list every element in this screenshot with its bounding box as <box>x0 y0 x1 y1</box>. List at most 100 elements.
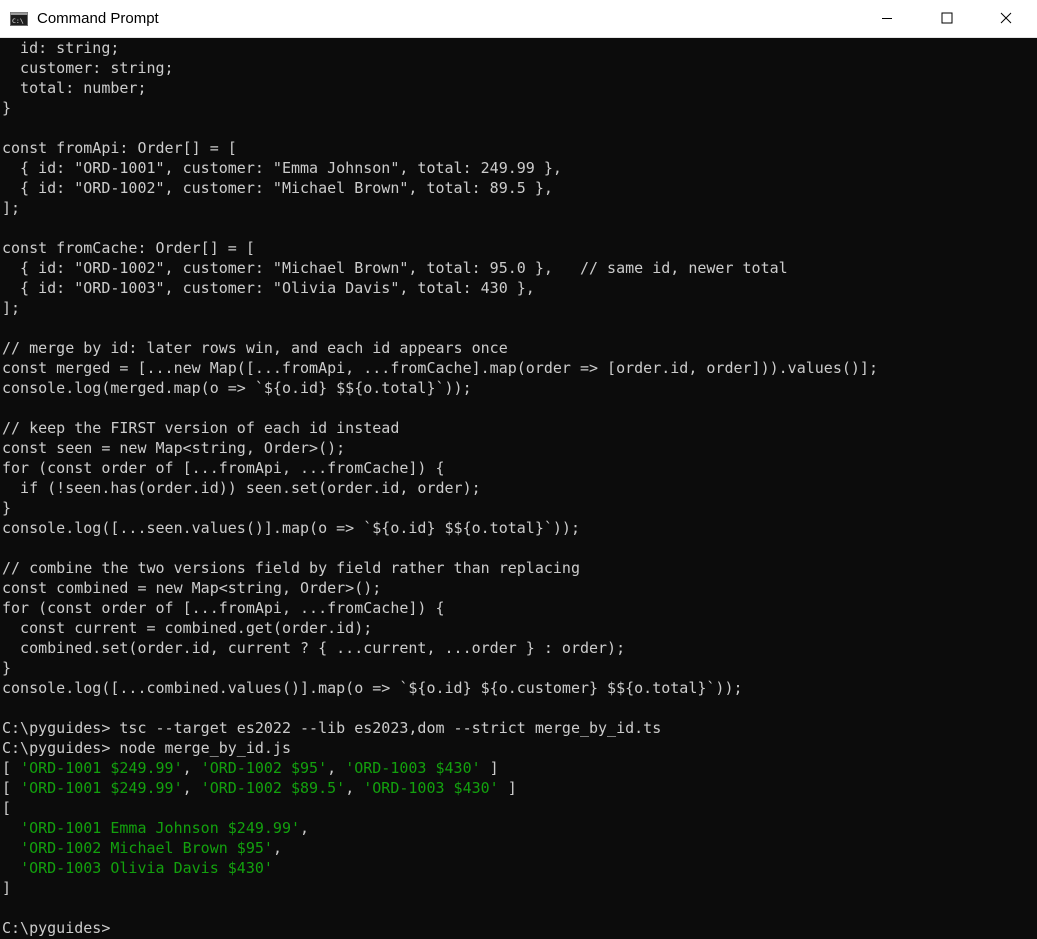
title-bar[interactable]: C:\ Command Prompt <box>0 0 1037 38</box>
console-line: [ 'ORD-1001 $249.99', 'ORD-1002 $95', 'O… <box>2 758 499 778</box>
console-line: { id: "ORD-1002", customer: "Michael Bro… <box>2 178 553 198</box>
console-line: { id: "ORD-1001", customer: "Emma Johnso… <box>2 158 562 178</box>
maximize-button[interactable] <box>918 0 976 38</box>
console-line: customer: string; <box>2 58 174 78</box>
console-text: const fromCache: Order[] = [ <box>2 239 255 257</box>
console-text: ]; <box>2 199 21 217</box>
console-line: { id: "ORD-1003", customer: "Olivia Davi… <box>2 278 535 298</box>
console-text: { id: "ORD-1001", customer: "Emma Johnso… <box>2 159 562 177</box>
console-line: combined.set(order.id, current ? { ...cu… <box>2 638 625 658</box>
console-line: console.log([...seen.values()].map(o => … <box>2 518 580 538</box>
console-line: ]; <box>2 198 20 218</box>
console-text: id: string; <box>2 39 120 57</box>
console-text: ]; <box>2 299 21 317</box>
console-line: console.log([...combined.values()].map(o… <box>2 678 743 698</box>
console-text: ] <box>2 879 12 897</box>
console-text: , <box>182 759 201 777</box>
console-line: const combined = new Map<string, Order>(… <box>2 578 381 598</box>
console-text: , <box>345 779 364 797</box>
console-line: ] <box>2 878 11 898</box>
console-text: C:\pyguides> tsc --target es2022 --lib e… <box>2 719 662 737</box>
console-line: // merge by id: later rows win, and each… <box>2 338 508 358</box>
console-text: // combine the two versions field by fie… <box>2 559 580 577</box>
command-prompt-icon: C:\ <box>10 12 28 26</box>
console-text: ] <box>498 779 517 797</box>
console-text: const combined = new Map<string, Order>(… <box>2 579 382 597</box>
console-output[interactable]: id: string; customer: string; total: num… <box>0 38 1037 939</box>
console-line: } <box>2 658 11 678</box>
console-line: } <box>2 498 11 518</box>
console-text: { id: "ORD-1003", customer: "Olivia Davi… <box>2 279 535 297</box>
console-line: const fromCache: Order[] = [ <box>2 238 255 258</box>
window-title: Command Prompt <box>37 10 159 27</box>
console-text: // merge by id: later rows win, and each… <box>2 339 508 357</box>
console-text: C:\pyguides> <box>2 919 111 937</box>
minimize-icon <box>881 11 893 28</box>
console-text: console.log([...combined.values()].map(o… <box>2 679 743 697</box>
console-text: total: number; <box>2 79 147 97</box>
console-text: } <box>2 99 12 117</box>
console-text: for (const order of [...fromApi, ...from… <box>2 459 445 477</box>
console-text: [ <box>2 779 21 797</box>
output-string: 'ORD-1001 Emma Johnson $249.99' <box>20 819 301 837</box>
output-string: 'ORD-1002 $89.5' <box>200 779 346 797</box>
console-line: C:\pyguides> tsc --target es2022 --lib e… <box>2 718 661 738</box>
console-line: [ <box>2 798 11 818</box>
console-line: total: number; <box>2 78 147 98</box>
console-text: combined.set(order.id, current ? { ...cu… <box>2 639 626 657</box>
console-text: for (const order of [...fromApi, ...from… <box>2 599 445 617</box>
console-text: const seen = new Map<string, Order>(); <box>2 439 346 457</box>
console-line: 'ORD-1002 Michael Brown $95', <box>2 838 282 858</box>
console-line: 'ORD-1001 Emma Johnson $249.99', <box>2 818 309 838</box>
console-text: const current = combined.get(order.id); <box>2 619 373 637</box>
close-icon <box>1000 11 1012 28</box>
console-line: for (const order of [...fromApi, ...from… <box>2 458 445 478</box>
command-prompt-window: C:\ Command Prompt id: string; customer:… <box>0 0 1037 939</box>
console-text: console.log(merged.map(o => `${o.id} $${… <box>2 379 472 397</box>
console-text: } <box>2 659 12 677</box>
console-text: const fromApi: Order[] = [ <box>2 139 237 157</box>
console-text: [ <box>2 799 12 817</box>
output-string: 'ORD-1002 $95' <box>200 759 328 777</box>
console-line: [ 'ORD-1001 $249.99', 'ORD-1002 $89.5', … <box>2 778 517 798</box>
close-button[interactable] <box>977 0 1035 38</box>
console-line: const seen = new Map<string, Order>(); <box>2 438 345 458</box>
console-text: C:\pyguides> node merge_by_id.js <box>2 739 291 757</box>
console-line: ]; <box>2 298 20 318</box>
console-text: , <box>272 839 282 857</box>
console-text: const merged = [...new Map([...fromApi, … <box>2 359 878 377</box>
console-text: console.log([...seen.values()].map(o => … <box>2 519 580 537</box>
console-line: // combine the two versions field by fie… <box>2 558 580 578</box>
output-string: 'ORD-1001 $249.99' <box>20 759 183 777</box>
console-line: const current = combined.get(order.id); <box>2 618 372 638</box>
output-string: 'ORD-1003 Olivia Davis $430' <box>20 859 273 877</box>
console-text: ] <box>480 759 499 777</box>
console-line: } <box>2 98 11 118</box>
output-string: 'ORD-1003 $430' <box>363 779 499 797</box>
console-line: C:\pyguides> <box>2 918 110 938</box>
console-text: if (!seen.has(order.id)) seen.set(order.… <box>2 479 481 497</box>
console-line: 'ORD-1003 Olivia Davis $430' <box>2 858 273 878</box>
console-text: [ <box>2 759 21 777</box>
console-text: , <box>300 819 310 837</box>
output-string: 'ORD-1003 $430' <box>345 759 481 777</box>
console-line: if (!seen.has(order.id)) seen.set(order.… <box>2 478 481 498</box>
minimize-button[interactable] <box>858 0 916 38</box>
console-text: customer: string; <box>2 59 174 77</box>
console-line: C:\pyguides> node merge_by_id.js <box>2 738 291 758</box>
console-text: } <box>2 499 12 517</box>
console-text: { id: "ORD-1002", customer: "Michael Bro… <box>2 179 553 197</box>
svg-text:C:\: C:\ <box>12 17 24 25</box>
maximize-icon <box>941 11 953 28</box>
output-string: 'ORD-1002 Michael Brown $95' <box>20 839 273 857</box>
output-string: 'ORD-1001 $249.99' <box>20 779 183 797</box>
console-line: { id: "ORD-1002", customer: "Michael Bro… <box>2 258 788 278</box>
console-text: , <box>327 759 346 777</box>
console-text: // keep the FIRST version of each id ins… <box>2 419 400 437</box>
console-text: , <box>182 779 201 797</box>
console-line: console.log(merged.map(o => `${o.id} $${… <box>2 378 472 398</box>
console-line: // keep the FIRST version of each id ins… <box>2 418 399 438</box>
